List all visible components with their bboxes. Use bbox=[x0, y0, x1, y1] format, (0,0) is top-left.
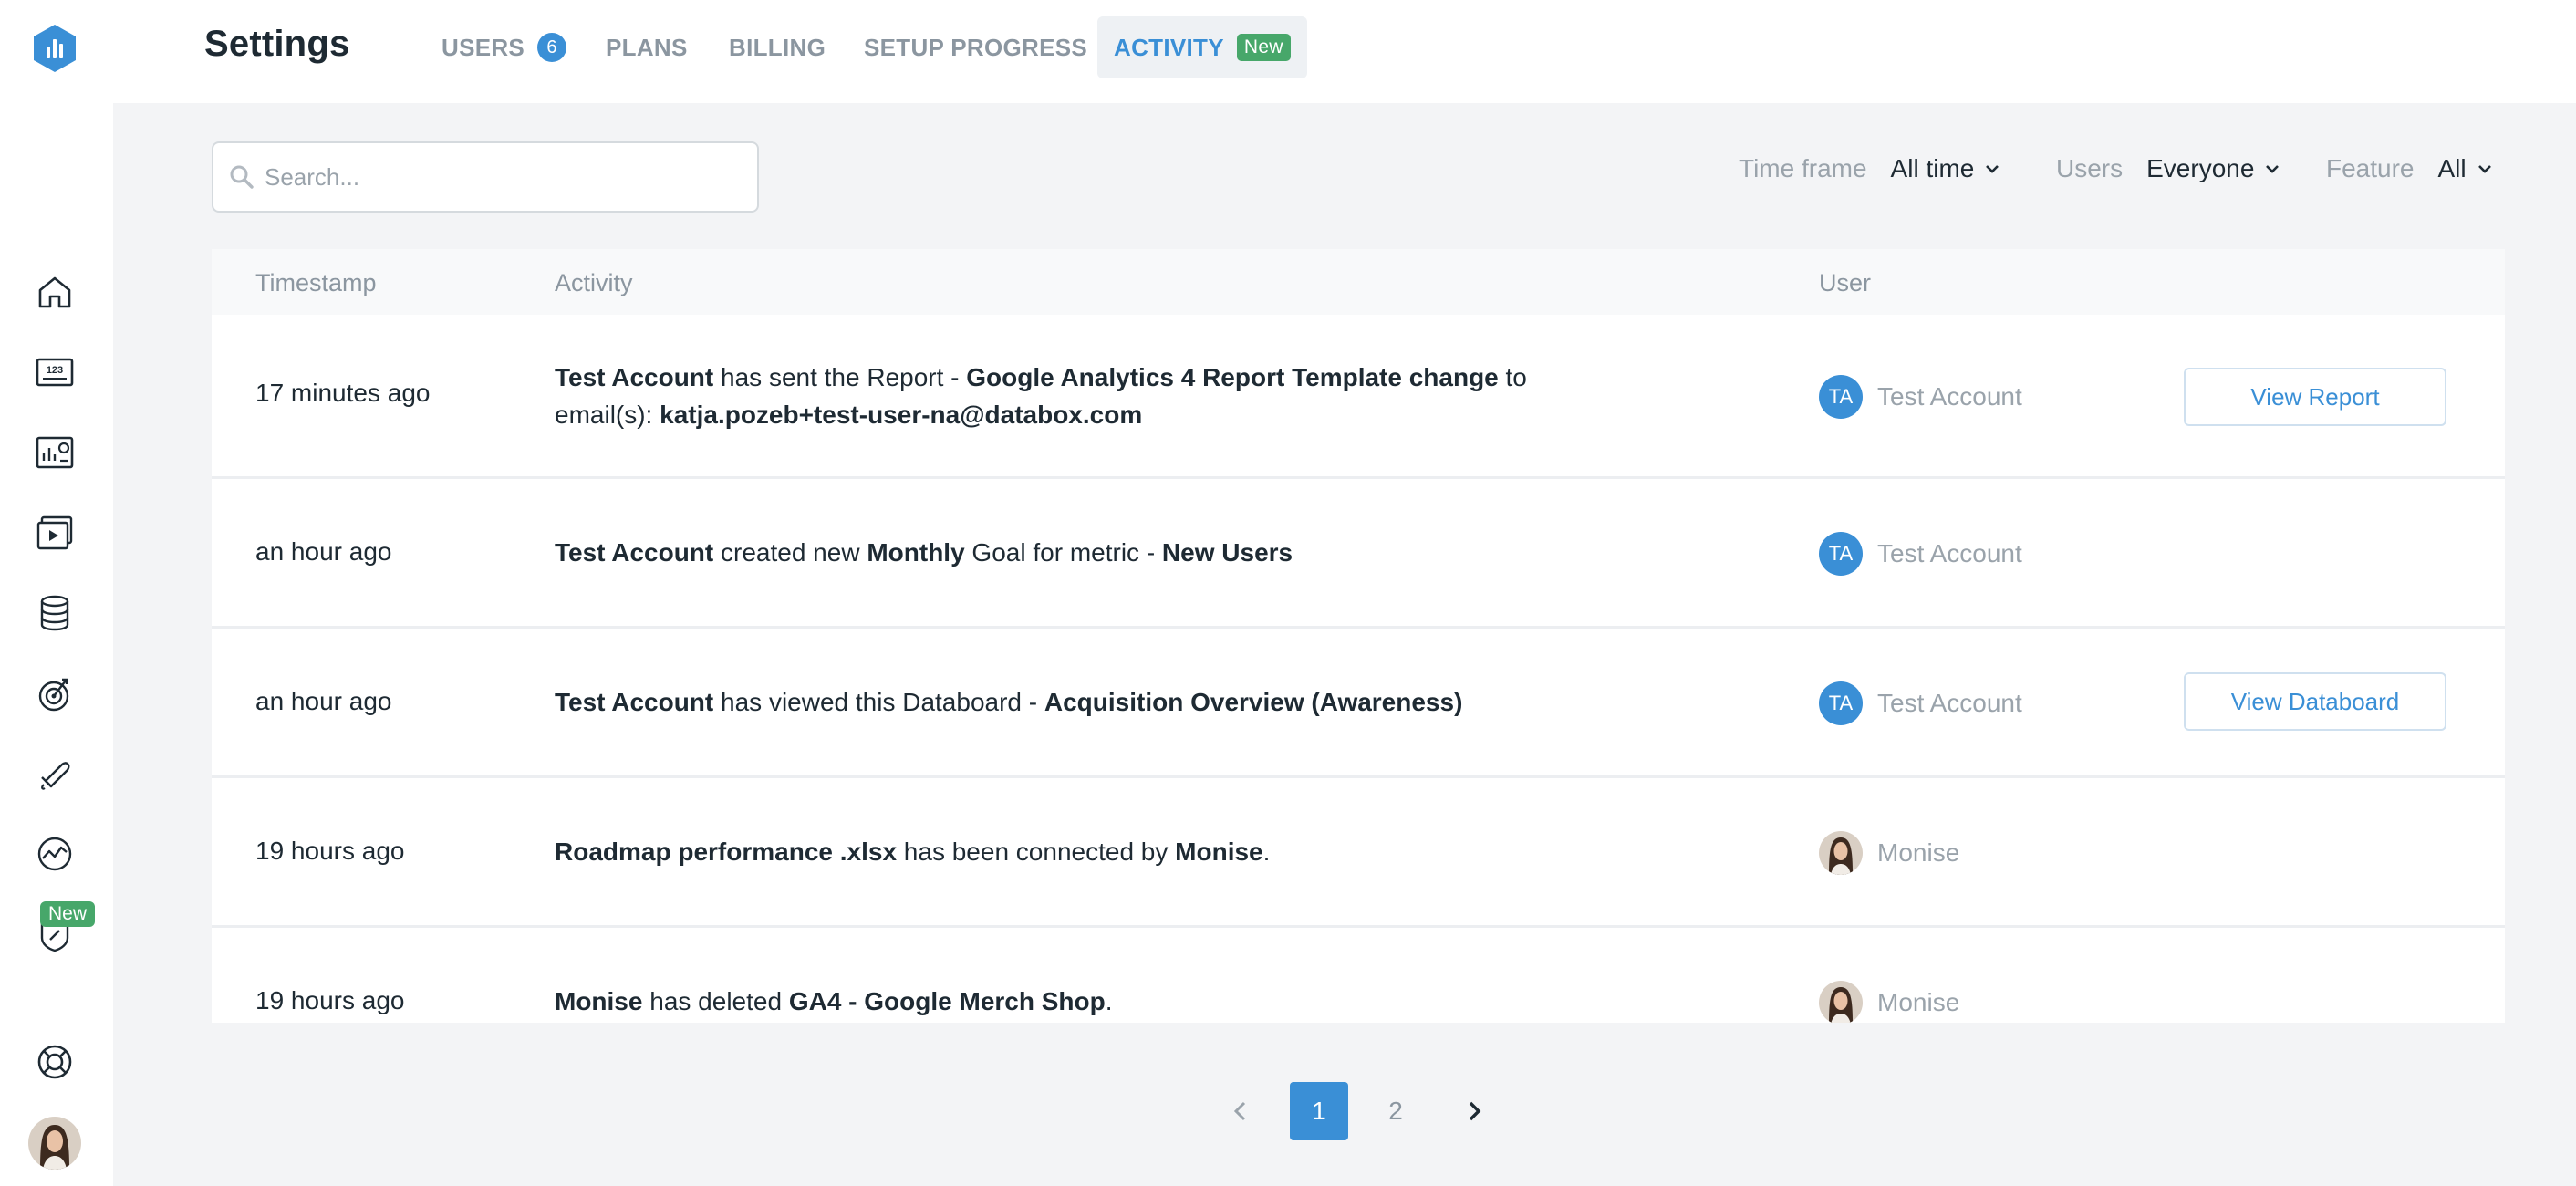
row-user: Monise bbox=[1819, 831, 1959, 875]
chevron-down-icon bbox=[2477, 165, 2491, 173]
row-user: TA Test Account bbox=[1819, 375, 2022, 419]
alerts-icon[interactable] bbox=[27, 746, 82, 801]
row-user: Monise bbox=[1819, 981, 1959, 1023]
row-user: TA Test Account bbox=[1819, 532, 2022, 576]
user-photo-avatar bbox=[1819, 981, 1863, 1023]
row-activity: Test Account has sent the Report - Googl… bbox=[555, 363, 1527, 429]
user-initials-avatar: TA bbox=[1819, 681, 1863, 725]
databox-logo-icon[interactable] bbox=[29, 23, 80, 74]
left-nav-rail: 123 New bbox=[0, 0, 113, 1186]
search-icon bbox=[230, 165, 254, 189]
column-activity: Activity bbox=[555, 269, 633, 296]
row-timestamp: 19 hours ago bbox=[255, 837, 405, 865]
row-activity: Roadmap performance .xlsx has been conne… bbox=[555, 837, 1271, 866]
timeframe-filter[interactable]: Time frame All time bbox=[1739, 151, 2001, 187]
home-icon[interactable] bbox=[27, 265, 82, 319]
tab-plans[interactable]: PLANS bbox=[606, 16, 688, 78]
tab-plans-label: PLANS bbox=[606, 33, 688, 61]
chevron-down-icon bbox=[1986, 165, 2000, 173]
activity-table: Timestamp Activity User 17 minutes ago T… bbox=[212, 249, 2505, 1023]
row-user-name: Test Account bbox=[1877, 539, 2022, 567]
row-user-name: Monise bbox=[1877, 838, 1960, 867]
users-count-badge: 6 bbox=[537, 33, 567, 62]
svg-text:123: 123 bbox=[47, 365, 63, 376]
view-databoard-button[interactable]: View Databoard bbox=[2184, 672, 2446, 731]
row-activity: Test Account created new Monthly Goal fo… bbox=[555, 538, 1293, 567]
previous-page-icon[interactable] bbox=[1222, 1086, 1259, 1137]
tab-setup-progress-label: SETUP PROGRESS bbox=[864, 33, 1088, 61]
table-row: 19 hours ago Roadmap performance .xlsx h… bbox=[212, 778, 2505, 928]
page-2-button[interactable]: 2 bbox=[1366, 1082, 1425, 1140]
databoards-icon[interactable] bbox=[27, 425, 82, 480]
user-initials-avatar: TA bbox=[1819, 532, 1863, 576]
table-row: an hour ago Test Account has viewed this… bbox=[212, 629, 2505, 778]
tab-activity-label: ACTIVITY bbox=[1114, 33, 1224, 61]
table-row: 17 minutes ago Test Account has sent the… bbox=[212, 315, 2505, 479]
table-row: 19 hours ago Monise has deleted GA4 - Go… bbox=[212, 928, 2505, 1023]
feature-filter-value: All bbox=[2437, 154, 2467, 182]
tab-activity[interactable]: ACTIVITY New bbox=[1097, 16, 1307, 78]
next-page-icon[interactable] bbox=[1456, 1086, 1492, 1137]
table-row: an hour ago Test Account created new Mon… bbox=[212, 479, 2505, 629]
row-user-name: Test Account bbox=[1877, 689, 2022, 717]
row-user-name: Monise bbox=[1877, 988, 1960, 1016]
activity-new-badge: New bbox=[1236, 34, 1291, 61]
column-timestamp: Timestamp bbox=[255, 269, 377, 296]
search-box bbox=[212, 141, 759, 213]
row-activity: Test Account has viewed this Databoard -… bbox=[555, 688, 1463, 716]
tab-billing[interactable]: BILLING bbox=[729, 16, 826, 78]
timeframe-label: Time frame bbox=[1739, 154, 1867, 182]
reports-icon[interactable] bbox=[27, 505, 82, 560]
timeframe-value: All time bbox=[1890, 154, 1975, 182]
user-avatar[interactable] bbox=[28, 1117, 81, 1170]
row-user: TA Test Account bbox=[1819, 681, 2022, 725]
new-badge: New bbox=[40, 901, 96, 927]
feature-filter[interactable]: Feature All bbox=[2326, 151, 2494, 187]
help-icon[interactable] bbox=[27, 1035, 82, 1089]
row-timestamp: 19 hours ago bbox=[255, 986, 405, 1014]
users-filter-value: Everyone bbox=[2146, 154, 2255, 182]
view-report-button[interactable]: View Report bbox=[2184, 368, 2446, 426]
tab-setup-progress[interactable]: SETUP PROGRESS bbox=[864, 16, 1087, 78]
search-input[interactable] bbox=[265, 162, 739, 192]
metrics-icon[interactable]: 123 bbox=[27, 345, 82, 400]
row-timestamp: an hour ago bbox=[255, 537, 392, 566]
row-timestamp: an hour ago bbox=[255, 687, 392, 715]
users-filter[interactable]: Users Everyone bbox=[2056, 151, 2281, 187]
tab-users[interactable]: USERS 6 bbox=[441, 16, 567, 78]
insights-icon[interactable] bbox=[27, 827, 82, 881]
tab-billing-label: BILLING bbox=[729, 33, 826, 61]
user-photo-avatar bbox=[1819, 831, 1863, 875]
row-user-name: Test Account bbox=[1877, 382, 2022, 411]
goals-icon[interactable] bbox=[27, 666, 82, 721]
top-bar: Settings USERS 6 PLANS BILLING SETUP PRO… bbox=[113, 0, 2576, 103]
page-1-button[interactable]: 1 bbox=[1290, 1082, 1348, 1140]
feature-filter-label: Feature bbox=[2326, 154, 2415, 182]
users-filter-label: Users bbox=[2056, 154, 2124, 182]
page-title: Settings bbox=[204, 24, 350, 64]
data-sources-icon[interactable] bbox=[27, 586, 82, 640]
row-timestamp: 17 minutes ago bbox=[255, 379, 431, 407]
chevron-down-icon bbox=[2266, 165, 2280, 173]
table-header: Timestamp Activity User bbox=[212, 249, 2505, 315]
column-user: User bbox=[1819, 269, 1872, 296]
user-initials-avatar: TA bbox=[1819, 375, 1863, 419]
tab-users-label: USERS bbox=[441, 33, 525, 61]
row-activity: Monise has deleted GA4 - Google Merch Sh… bbox=[555, 987, 1113, 1015]
